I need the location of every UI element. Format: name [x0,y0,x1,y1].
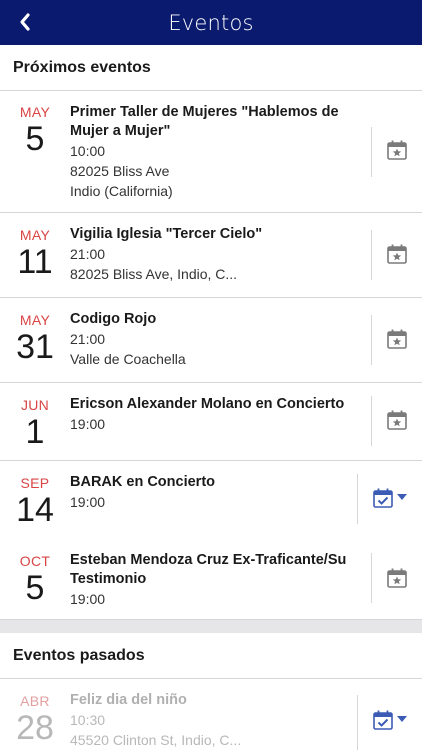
event-name: Vigilia Iglesia "Tercer Cielo" [70,226,263,242]
event-name: Esteban Mendoza Cruz Ex-Traficante/Su [70,552,347,568]
event-row[interactable]: MAY 31 Codigo Rojo 21:00 Valle de Coache… [0,298,422,383]
calendar-star-icon[interactable] [386,328,408,350]
divider [371,315,372,365]
event-name: Feliz dia del niño [70,692,187,708]
event-date: ABR 28 [0,693,70,746]
event-day: 28 [16,709,54,747]
event-date: MAY 31 [0,312,70,365]
event-month: MAY [19,312,51,328]
event-month: MAY [19,104,51,120]
event-time: 21:00 [70,331,106,347]
divider [371,396,372,446]
event-date: MAY 11 [0,227,70,280]
event-info: Primer Taller de Mujeres "Hablemos de Mu… [70,103,358,201]
calendar-check-icon[interactable] [372,487,394,509]
event-name: Codigo Rojo [70,311,157,327]
event-row[interactable]: JUN 1 Ericson Alexander Molano en Concie… [0,383,422,461]
event-address: 82025 Bliss Ave [70,163,170,179]
calendar-star-icon[interactable] [386,243,408,265]
event-name-cont: Testimonio [70,571,147,587]
event-month: ABR [20,693,50,709]
event-city: Indio (California) [70,183,173,199]
event-month: MAY [19,227,51,243]
event-day: 31 [16,328,54,366]
event-info: Vigilia Iglesia "Tercer Cielo" 21:00 820… [70,225,358,284]
event-time: 19:00 [70,494,106,510]
event-info: BARAK en Concierto 19:00 [70,473,358,512]
event-month: SEP [20,475,50,491]
event-address: Valle de Coachella [70,351,186,367]
event-day: 5 [25,569,45,607]
nav-bar: Eventos [0,0,422,45]
event-date: JUN 1 [0,397,70,450]
event-day: 1 [25,413,45,451]
event-name: BARAK en Concierto [70,474,216,490]
event-day: 14 [16,491,54,529]
calendar-star-icon[interactable] [386,567,408,589]
section-header-past: Eventos pasados [0,633,422,679]
event-month: JUN [20,397,50,413]
divider [371,553,372,603]
calendar-star-icon[interactable] [386,139,408,161]
event-address: 82025 Bliss Ave, Indio, C... [70,266,238,282]
event-row[interactable]: OCT 5 Esteban Mendoza Cruz Ex-Traficante… [0,539,422,619]
event-name-cont: Mujer a Mujer" [70,123,171,139]
event-day: 11 [17,243,53,281]
page-title: Eventos [168,10,254,35]
event-time: 19:00 [70,591,106,607]
event-date: MAY 5 [0,104,70,157]
event-info: Esteban Mendoza Cruz Ex-Traficante/Su Te… [70,551,370,609]
event-date: OCT 5 [0,553,70,606]
event-day: 5 [25,120,45,158]
back-button[interactable] [14,10,36,34]
event-row[interactable]: MAY 11 Vigilia Iglesia "Tercer Cielo" 21… [0,213,422,298]
calendar-star-icon[interactable] [386,409,408,431]
calendar-check-icon[interactable] [372,709,394,731]
event-address: 45520 Clinton St, Indio, C... [70,732,242,748]
event-month: OCT [19,553,51,569]
event-date: SEP 14 [0,475,70,528]
event-name: Ericson Alexander Molano en Concierto [70,396,345,412]
event-info: Ericson Alexander Molano en Concierto 19… [70,395,370,434]
event-name: Primer Taller de Mujeres "Hablemos de [70,104,339,120]
chevron-left-icon [20,13,30,31]
event-row[interactable]: MAY 5 Primer Taller de Mujeres "Hablemos… [0,91,422,213]
event-row[interactable]: SEP 14 BARAK en Concierto 19:00 [0,461,422,539]
event-time: 10:00 [70,143,106,159]
event-time: 21:00 [70,246,106,262]
event-info: Codigo Rojo 21:00 Valle de Coachella [70,310,358,369]
event-info: Feliz dia del niño 10:30 45520 Clinton S… [70,691,358,750]
divider [371,230,372,280]
section-header-upcoming: Próximos eventos [0,45,422,91]
divider [371,127,372,177]
section-gap [0,619,422,633]
caret-down-icon[interactable] [397,493,407,501]
divider [357,695,358,750]
event-time: 10:30 [70,712,106,728]
event-row[interactable]: ABR 28 Feliz dia del niño 10:30 45520 Cl… [0,679,422,750]
divider [357,474,358,524]
event-time: 19:00 [70,416,106,432]
caret-down-icon[interactable] [397,715,407,723]
